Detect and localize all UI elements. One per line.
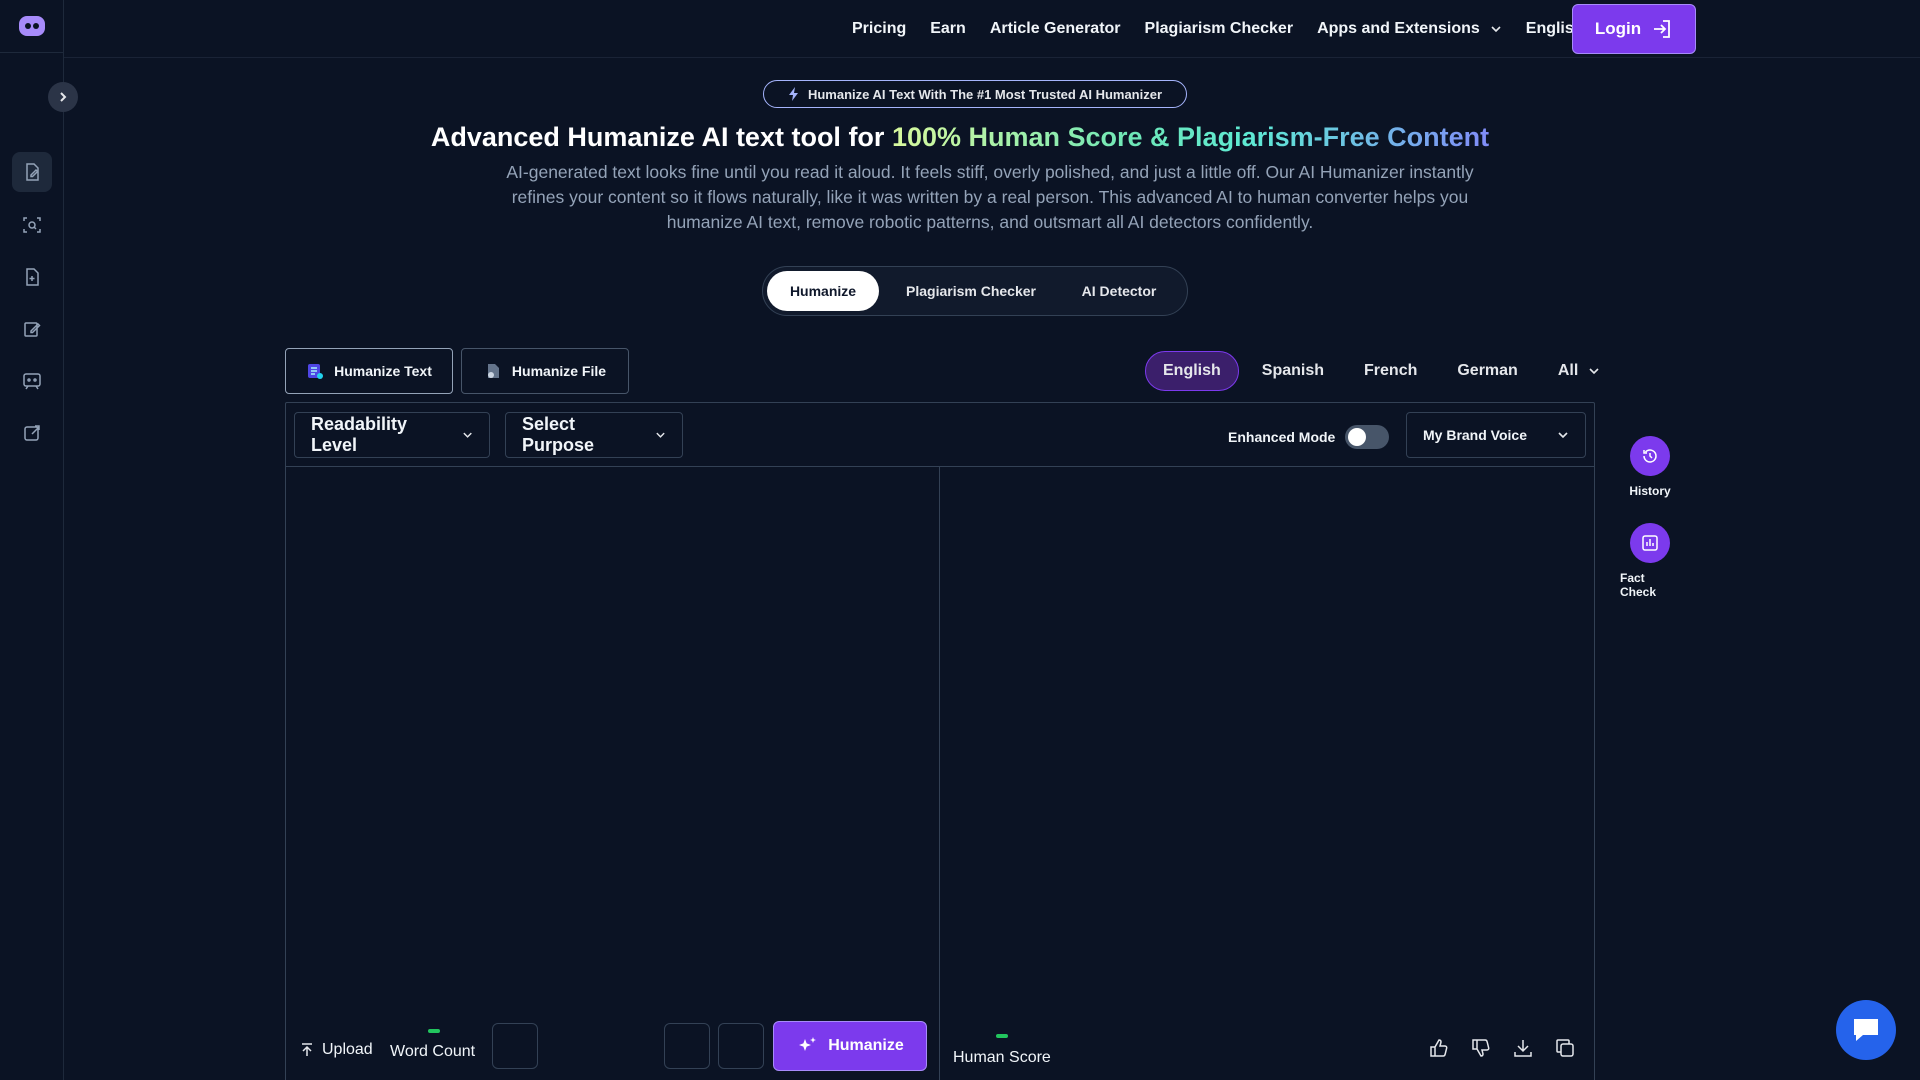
upload-icon (302, 1043, 312, 1056)
copy-icon[interactable] (1554, 1037, 1576, 1059)
chat-support-button[interactable] (1836, 1000, 1896, 1060)
action-slot-1[interactable] (664, 1023, 710, 1069)
action-slot-2[interactable] (718, 1023, 764, 1069)
sidebar-item-edit[interactable] (12, 413, 52, 453)
sidebar-item-writer[interactable] (12, 309, 52, 349)
history-button[interactable] (1630, 436, 1670, 476)
sidebar-item-detector[interactable] (12, 205, 52, 245)
nav-earn[interactable]: Earn (930, 20, 966, 38)
lang-all-label: All (1557, 362, 1579, 379)
scan-search-icon (23, 217, 41, 233)
human-score-indicator (996, 1034, 1008, 1038)
lang-german[interactable]: German (1440, 351, 1534, 391)
document-edit-icon (26, 163, 39, 181)
chevron-down-icon (656, 432, 665, 438)
file-plus-icon (26, 268, 39, 286)
external-edit-icon (24, 425, 40, 441)
chevron-down-icon (1491, 26, 1501, 33)
humanize-button-label: Humanize (828, 1037, 904, 1054)
bar-chart-icon (1642, 535, 1658, 551)
purpose-label: Select Purpose (522, 414, 595, 455)
fact-check-label: Fact Check (1620, 571, 1657, 599)
mode-tabs: Humanize Plagiarism Checker AI Detector (762, 266, 1188, 316)
enhanced-mode: Enhanced Mode (1228, 425, 1390, 449)
thumbs-down-icon[interactable] (1470, 1037, 1492, 1059)
lightning-icon (788, 87, 798, 101)
chevron-down-icon (1558, 432, 1568, 439)
chat-bot-icon (23, 373, 41, 390)
headline-highlight: 100% Human Score & Plagiarism-Free Conte… (891, 122, 1490, 152)
sidebar-expand-button[interactable] (48, 82, 78, 112)
sparkles-icon (799, 1037, 817, 1051)
logo-icon[interactable] (18, 14, 46, 38)
hero-badge-text: Humanize AI Text With The #1 Most Truste… (807, 86, 1163, 102)
chevron-down-icon (1589, 368, 1599, 375)
nav-plagiarism-checker[interactable]: Plagiarism Checker (1145, 20, 1294, 38)
readability-dropdown[interactable]: Readability Level (294, 412, 490, 458)
lang-all-dropdown[interactable]: All (1541, 351, 1617, 391)
hero-badge: Humanize AI Text With The #1 Most Truste… (763, 80, 1187, 108)
chevron-down-icon (463, 432, 472, 438)
nav-pricing[interactable]: Pricing (852, 20, 906, 38)
text-document-icon (308, 364, 324, 379)
pencil-square-icon (24, 322, 41, 337)
fact-check-button[interactable] (1630, 523, 1670, 563)
headline-plain: Advanced Humanize AI text tool for (430, 122, 892, 152)
input-text-area[interactable]: Upload Word Count Humanize (286, 467, 939, 1080)
sidebar-item-humanizer[interactable] (12, 152, 52, 192)
tab-humanize-file-label: Humanize File (511, 363, 607, 379)
thumbs-up-icon[interactable] (1428, 1037, 1450, 1059)
history-icon (1643, 449, 1657, 463)
fact-check-tool[interactable]: Fact Check (1620, 523, 1680, 599)
upload-button[interactable]: Upload (300, 1041, 373, 1059)
top-navigation: Pricing Earn Article Generator Plagiaris… (64, 0, 1920, 58)
sidebar-item-plagiarism[interactable] (12, 257, 52, 297)
nav-apps-label: Apps and Extensions (1317, 20, 1480, 37)
word-count-indicator (428, 1029, 440, 1033)
lang-spanish[interactable]: Spanish (1245, 351, 1341, 391)
humanize-button[interactable]: Humanize (773, 1021, 927, 1071)
hero-description: AI-generated text looks fine until you r… (506, 162, 1474, 232)
sidebar-item-chat[interactable] (12, 361, 52, 401)
chevron-right-icon (60, 92, 67, 102)
tab-ai-detector[interactable]: AI Detector (1063, 271, 1175, 311)
file-upload-icon (487, 364, 499, 378)
nav-article-generator[interactable]: Article Generator (990, 20, 1121, 38)
editor-toolbar: Readability Level Select Purpose Enhance… (286, 403, 1594, 467)
page-title: Advanced Humanize AI text tool for 100% … (0, 122, 1920, 153)
output-text-area: Human Score (940, 467, 1594, 1080)
tab-humanize-text-label: Humanize Text (334, 363, 432, 379)
enhanced-mode-label: Enhanced Mode (1228, 429, 1336, 445)
history-tool[interactable]: History (1620, 436, 1680, 498)
tab-humanize[interactable]: Humanize (767, 271, 879, 311)
login-button[interactable]: Login (1572, 4, 1696, 54)
tab-humanize-file[interactable]: Humanize File (461, 348, 629, 394)
output-actions (1428, 1037, 1576, 1059)
brand-voice-dropdown[interactable]: My Brand Voice (1406, 412, 1586, 458)
brand-voice-label: My Brand Voice (1423, 427, 1527, 443)
login-label: Login (1594, 19, 1642, 38)
chat-icon (1854, 1019, 1878, 1041)
lang-english[interactable]: English (1145, 351, 1239, 391)
word-count-label: Word Count (390, 1043, 476, 1060)
word-count-box (492, 1023, 538, 1069)
language-pills: English Spanish French German All (1145, 351, 1623, 391)
history-label: History (1629, 484, 1671, 498)
lang-french[interactable]: French (1347, 351, 1434, 391)
tab-humanize-text[interactable]: Humanize Text (285, 348, 453, 394)
login-arrow-icon (1654, 20, 1671, 38)
download-icon[interactable] (1512, 1037, 1534, 1059)
human-score-label: Human Score (953, 1049, 1051, 1066)
purpose-dropdown[interactable]: Select Purpose (505, 412, 683, 458)
upload-label: Upload (322, 1041, 373, 1058)
nav-apps-extensions[interactable]: Apps and Extensions (1317, 20, 1502, 38)
readability-label: Readability Level (311, 414, 408, 455)
enhanced-mode-toggle[interactable] (1345, 425, 1390, 449)
tab-plagiarism-checker[interactable]: Plagiarism Checker (879, 271, 1063, 311)
sidebar-divider (0, 52, 64, 53)
editor-panel: Readability Level Select Purpose Enhance… (285, 402, 1595, 1080)
sidebar (0, 0, 64, 1080)
